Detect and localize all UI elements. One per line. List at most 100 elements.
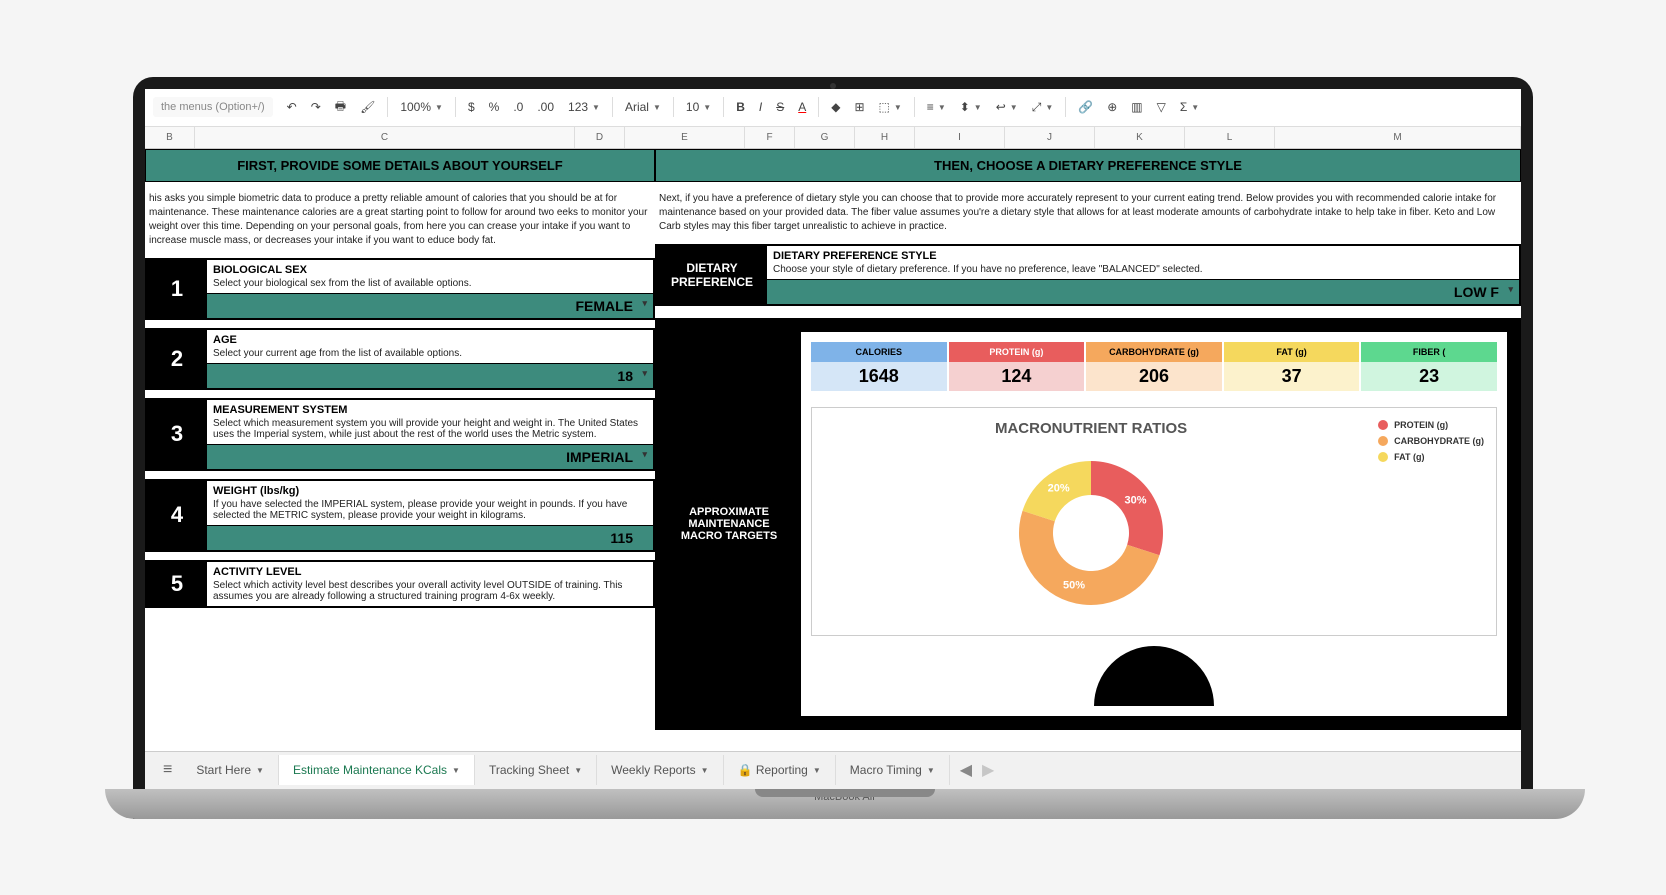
- col-header[interactable]: G: [795, 127, 855, 148]
- form-title: AGE: [207, 330, 653, 348]
- macro-card-label: CARBOHYDRATE (g): [1086, 342, 1222, 362]
- all-sheets-icon[interactable]: ≡: [153, 755, 182, 785]
- form-desc: If you have selected the IMPERIAL system…: [207, 499, 653, 525]
- pref-label: DIETARY PREFERENCE: [657, 246, 767, 304]
- tab-scroll-arrows[interactable]: ◀▶: [950, 754, 1005, 786]
- sheet-tab[interactable]: Macro Timing ▼: [836, 755, 950, 785]
- col-header[interactable]: F: [745, 127, 795, 148]
- macro-card-value: 37: [1224, 362, 1360, 391]
- col-header[interactable]: D: [575, 127, 625, 148]
- number-format-dropdown[interactable]: 123▼: [562, 98, 606, 116]
- sheet-tab[interactable]: 🔒 Reporting ▼: [724, 755, 836, 785]
- col-header[interactable]: I: [915, 127, 1005, 148]
- form-row-1: 1 BIOLOGICAL SEX Select your biological …: [145, 258, 655, 320]
- strikethrough-icon[interactable]: S: [770, 96, 790, 118]
- form-value-dropdown[interactable]: FEMALE: [207, 293, 653, 318]
- form-number: 4: [147, 481, 207, 550]
- h-align-icon[interactable]: ≡▼: [921, 98, 952, 116]
- form-desc: Select which activity level best describ…: [207, 580, 653, 606]
- link-icon[interactable]: 🔗: [1072, 96, 1099, 118]
- col-header[interactable]: M: [1275, 127, 1521, 148]
- filter-icon[interactable]: ▽: [1151, 96, 1172, 118]
- decrease-decimal-icon[interactable]: .0: [507, 96, 529, 118]
- macro-cards: CALORIES 1648 PROTEIN (g) 124 CARBOHYDRA…: [811, 342, 1497, 391]
- form-desc: Select your biological sex from the list…: [207, 278, 653, 293]
- rotate-icon[interactable]: ⤢▼: [1026, 98, 1060, 117]
- fill-color-icon[interactable]: ◆: [825, 96, 846, 118]
- functions-icon[interactable]: Σ▼: [1174, 98, 1205, 116]
- app-window: the menus (Option+/) ↶ ↷ 🖶 🖌 100%▼ $ % .…: [145, 89, 1521, 789]
- intro-right: Next, if you have a preference of dietar…: [655, 182, 1521, 244]
- legend-dot-icon: [1378, 420, 1388, 430]
- currency-icon[interactable]: $: [462, 96, 481, 118]
- macro-targets-label: APPROXIMATE MAINTENANCE MACRO TARGETS: [669, 332, 789, 716]
- macro-card: FIBER ( 23: [1361, 342, 1497, 391]
- svg-text:30%: 30%: [1125, 494, 1147, 506]
- form-row-3: 3 MEASUREMENT SYSTEM Select which measur…: [145, 398, 655, 471]
- menu-search[interactable]: the menus (Option+/): [153, 97, 273, 117]
- legend-label: FAT (g): [1394, 452, 1424, 462]
- increase-decimal-icon[interactable]: .00: [531, 96, 560, 118]
- italic-icon[interactable]: I: [753, 96, 768, 118]
- font-dropdown[interactable]: Arial▼: [619, 98, 667, 116]
- macro-card-value: 1648: [811, 362, 947, 391]
- macro-card-label: FAT (g): [1224, 342, 1360, 362]
- pref-desc: Choose your style of dietary preference.…: [767, 264, 1519, 279]
- form-number: 5: [147, 562, 207, 606]
- undo-icon[interactable]: ↶: [281, 96, 303, 118]
- sheet-body: FIRST, PROVIDE SOME DETAILS ABOUT YOURSE…: [145, 149, 1521, 751]
- col-header[interactable]: E: [625, 127, 745, 148]
- comment-icon[interactable]: ⊕: [1101, 96, 1123, 118]
- col-header[interactable]: C: [195, 127, 575, 148]
- pref-value-dropdown[interactable]: LOW F: [767, 279, 1519, 304]
- form-value-dropdown[interactable]: IMPERIAL: [207, 444, 653, 469]
- sheet-tabs-bar: ≡ Start Here ▼Estimate Maintenance KCals…: [145, 751, 1521, 789]
- v-align-icon[interactable]: ⬍▼: [954, 98, 988, 116]
- macro-card-value: 124: [949, 362, 1085, 391]
- form-title: MEASUREMENT SYSTEM: [207, 400, 653, 418]
- col-header[interactable]: K: [1095, 127, 1185, 148]
- redo-icon[interactable]: ↷: [305, 96, 327, 118]
- legend-label: CARBOHYDRATE (g): [1394, 436, 1484, 446]
- form-row-2: 2 AGE Select your current age from the l…: [145, 328, 655, 390]
- bold-icon[interactable]: B: [730, 96, 751, 118]
- col-header[interactable]: B: [145, 127, 195, 148]
- macro-card-value: 206: [1086, 362, 1222, 391]
- form-value-dropdown[interactable]: 115: [207, 525, 653, 550]
- text-color-icon[interactable]: A: [792, 96, 812, 118]
- form-value-dropdown[interactable]: 18: [207, 363, 653, 388]
- sheet-tab[interactable]: Weekly Reports ▼: [597, 755, 723, 785]
- zoom-dropdown[interactable]: 100%▼: [394, 98, 449, 116]
- print-icon[interactable]: 🖶: [329, 93, 352, 122]
- col-header[interactable]: H: [855, 127, 915, 148]
- form-row-4: 4 WEIGHT (lbs/kg) If you have selected t…: [145, 479, 655, 552]
- percent-icon[interactable]: %: [483, 96, 506, 118]
- legend-item: PROTEIN (g): [1378, 420, 1484, 430]
- merge-icon[interactable]: ⬚▼: [873, 98, 908, 116]
- macro-card-value: 23: [1361, 362, 1497, 391]
- paint-format-icon[interactable]: 🖌: [354, 96, 381, 118]
- col-header[interactable]: L: [1185, 127, 1275, 148]
- legend-label: PROTEIN (g): [1394, 420, 1448, 430]
- macro-card: FAT (g) 37: [1224, 342, 1360, 391]
- left-panel: FIRST, PROVIDE SOME DETAILS ABOUT YOURSE…: [145, 149, 655, 751]
- donut-chart: 30%50%20%: [1001, 443, 1181, 623]
- macro-card-label: CALORIES: [811, 342, 947, 362]
- font-size-dropdown[interactable]: 10▼: [680, 98, 717, 116]
- borders-icon[interactable]: ⊞: [848, 96, 870, 118]
- legend-dot-icon: [1378, 452, 1388, 462]
- col-header[interactable]: J: [1005, 127, 1095, 148]
- sheet-tab[interactable]: Estimate Maintenance KCals ▼: [279, 755, 475, 785]
- form-title: ACTIVITY LEVEL: [207, 562, 653, 580]
- sheet-tab[interactable]: Start Here ▼: [182, 755, 279, 785]
- sheet-tab[interactable]: Tracking Sheet ▼: [475, 755, 597, 785]
- svg-text:50%: 50%: [1063, 579, 1085, 591]
- macro-targets-box: APPROXIMATE MAINTENANCE MACRO TARGETS CA…: [655, 318, 1521, 730]
- section-header-left: FIRST, PROVIDE SOME DETAILS ABOUT YOURSE…: [145, 149, 655, 182]
- chart-title: MACRONUTRIENT RATIOS: [824, 420, 1358, 437]
- intro-left: his asks you simple biometric data to pr…: [145, 182, 655, 258]
- chart-icon[interactable]: ▥: [1125, 96, 1148, 118]
- wrap-icon[interactable]: ↩▼: [990, 98, 1024, 116]
- form-desc: Select which measurement system you will…: [207, 418, 653, 444]
- column-headers: B C D E F G H I J K L M: [145, 127, 1521, 149]
